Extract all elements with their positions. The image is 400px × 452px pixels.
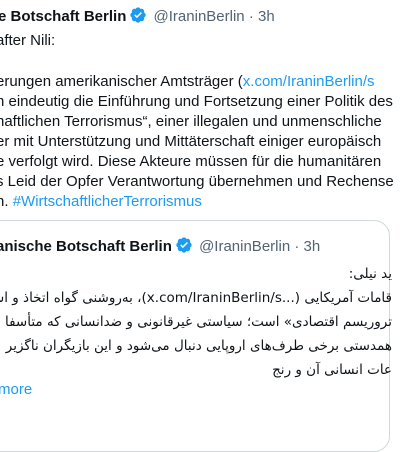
tweet-text: er mit Unterstützung und Mittäterschaft … bbox=[0, 133, 382, 150]
quoted-account-name[interactable]: anische Botschaft Berlin bbox=[0, 238, 172, 255]
tweet-intro: after Nili: bbox=[0, 32, 56, 49]
quoted-tweet-header: anische Botschaft Berlin @IraninBerlin ·… bbox=[0, 236, 320, 260]
tweet-text: n. bbox=[0, 193, 9, 210]
quoted-text-line: عات انسانی آن و رنج bbox=[272, 362, 392, 378]
tweet-link[interactable]: x.com/IraninBerlin/s bbox=[243, 73, 375, 90]
tweet-text: n eindeutig die Einführung und Fortsetzu… bbox=[0, 93, 393, 110]
tweet-line: er mit Unterstützung und Mittäterschaft … bbox=[0, 132, 381, 152]
tweet-header: e Botschaft Berlin @IraninBerlin · 3h bbox=[0, 6, 275, 30]
tweet-text: haftlichen Terrorismus“, einer illegalen… bbox=[0, 113, 382, 130]
quoted-text-line: تروریسم اقتصادی» است؛ سیاستی غیرقانونی و… bbox=[4, 314, 392, 330]
hashtag-link[interactable]: #WirtschaftlicherTerrorismus bbox=[13, 193, 202, 210]
verified-badge-icon bbox=[129, 6, 147, 30]
verified-badge-icon bbox=[175, 236, 193, 260]
tweet-line: erungen amerikanischer Amtsträger (x.com… bbox=[0, 72, 375, 92]
tweet-text: erungen amerikanischer Amtsträger ( bbox=[0, 73, 243, 90]
separator-dot: · bbox=[294, 238, 300, 255]
quoted-tweet-time[interactable]: 3h bbox=[304, 238, 321, 255]
quoted-text-line: قامات آمریکایی (...x.com/IraninBerlin/s)… bbox=[0, 290, 392, 306]
show-more-link[interactable]: more bbox=[0, 380, 32, 400]
tweet-text: s Leid der Opfer Verantwortung übernehme… bbox=[0, 173, 394, 190]
quoted-text-line: ید نیلی: bbox=[348, 266, 392, 282]
separator-dot: · bbox=[248, 8, 254, 25]
account-handle[interactable]: @IraninBerlin bbox=[154, 8, 245, 25]
account-name[interactable]: e Botschaft Berlin bbox=[0, 8, 126, 25]
tweet-time[interactable]: 3h bbox=[258, 8, 275, 25]
tweet-line: n eindeutig die Einführung und Fortsetzu… bbox=[0, 92, 393, 112]
quoted-text-line: همدستی برخی طرف‌های اروپایی دنبال می‌شود… bbox=[5, 338, 392, 354]
quoted-account-handle[interactable]: @IraninBerlin bbox=[199, 238, 290, 255]
tweet-line: s Leid der Opfer Verantwortung übernehme… bbox=[0, 172, 394, 192]
tweet-line: e verfolgt wird. Diese Akteure müssen fü… bbox=[0, 152, 381, 172]
tweet-text: e verfolgt wird. Diese Akteure müssen fü… bbox=[0, 153, 382, 170]
tweet-line: haftlichen Terrorismus“, einer illegalen… bbox=[0, 112, 382, 132]
tweet-line: n. #WirtschaftlicherTerrorismus bbox=[0, 192, 202, 212]
